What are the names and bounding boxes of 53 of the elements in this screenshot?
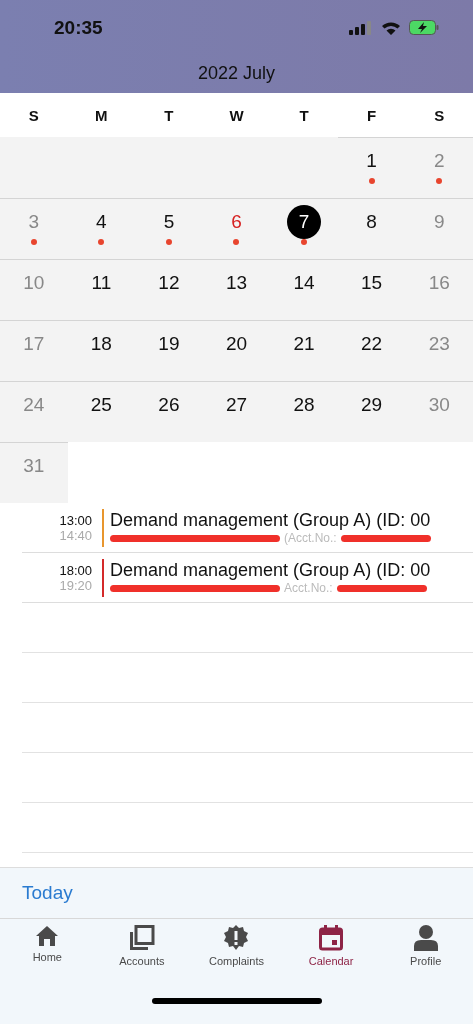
weekday-label: S — [27, 106, 40, 124]
today-button[interactable]: Today — [22, 882, 73, 904]
tab-item[interactable]: Profile — [378, 925, 473, 978]
month-title: 2022 July — [196, 63, 277, 84]
copy-icon — [128, 925, 155, 951]
tab-item[interactable]: Home — [0, 925, 95, 978]
calendar-day[interactable]: 26 — [135, 381, 203, 442]
calendar-day[interactable]: 13 — [202, 259, 271, 320]
event-title: Demand management (Group A) (ID: 00 — [110, 510, 431, 531]
calendar-day[interactable]: 14 — [270, 259, 338, 320]
home-icon — [35, 925, 60, 947]
calendar-day[interactable]: 7 — [270, 198, 338, 259]
calendar-day[interactable]: 25 — [67, 381, 136, 442]
event-row[interactable]: 13:00 14:40 Demand management (Group A) (ID: 00 (Acct.No.: — [22, 503, 473, 553]
calendar-day[interactable]: 20 — [202, 320, 271, 381]
battery-icon — [409, 20, 439, 35]
end-time: 19:20 — [59, 577, 92, 593]
calendar-day[interactable]: 21 — [270, 320, 338, 381]
person-icon — [413, 925, 438, 951]
event-title: Demand management (Group A) (ID: 00 — [110, 560, 431, 581]
weekday-label: M — [94, 106, 109, 124]
tab-item[interactable]: Complaints — [189, 925, 284, 978]
calendar-day[interactable]: 6 — [202, 198, 271, 259]
calendar-day[interactable]: 28 — [270, 381, 338, 442]
alert-badge-icon — [223, 925, 250, 951]
weekday-label: S — [433, 106, 446, 124]
start-time: 13:00 — [59, 512, 92, 528]
calendar-day[interactable]: 19 — [135, 320, 203, 381]
calendar-day[interactable]: 1 — [337, 137, 406, 198]
status-time: 20:35 — [54, 16, 103, 39]
event-subtitle: (Acct.No.: — [284, 531, 337, 545]
calendar-day[interactable]: 27 — [202, 381, 271, 442]
end-time: 14:40 — [59, 527, 92, 543]
calendar-day[interactable]: 11 — [67, 259, 136, 320]
signal-icon — [349, 20, 373, 35]
calendar-day[interactable]: 12 — [135, 259, 203, 320]
weekday-label: W — [228, 106, 245, 124]
start-time: 18:00 — [59, 562, 92, 578]
calendar-day[interactable]: 5 — [135, 198, 203, 259]
wifi-icon — [381, 20, 401, 35]
calendar-day[interactable]: 4 — [67, 198, 136, 259]
weekday-label: F — [366, 106, 378, 124]
calendar-icon — [319, 925, 344, 951]
tab-item[interactable]: Accounts — [94, 925, 190, 978]
calendar-day[interactable]: 29 — [337, 381, 406, 442]
tab-item[interactable]: Calendar — [283, 925, 379, 978]
calendar-day[interactable]: 22 — [337, 320, 406, 381]
calendar-day[interactable]: 8 — [337, 198, 406, 259]
weekday-label: T — [163, 106, 175, 124]
event-subtitle: Acct.No.: — [284, 581, 333, 595]
weekday-label: T — [298, 106, 310, 124]
calendar-day[interactable]: 18 — [67, 320, 136, 381]
calendar-day[interactable]: 15 — [337, 259, 406, 320]
